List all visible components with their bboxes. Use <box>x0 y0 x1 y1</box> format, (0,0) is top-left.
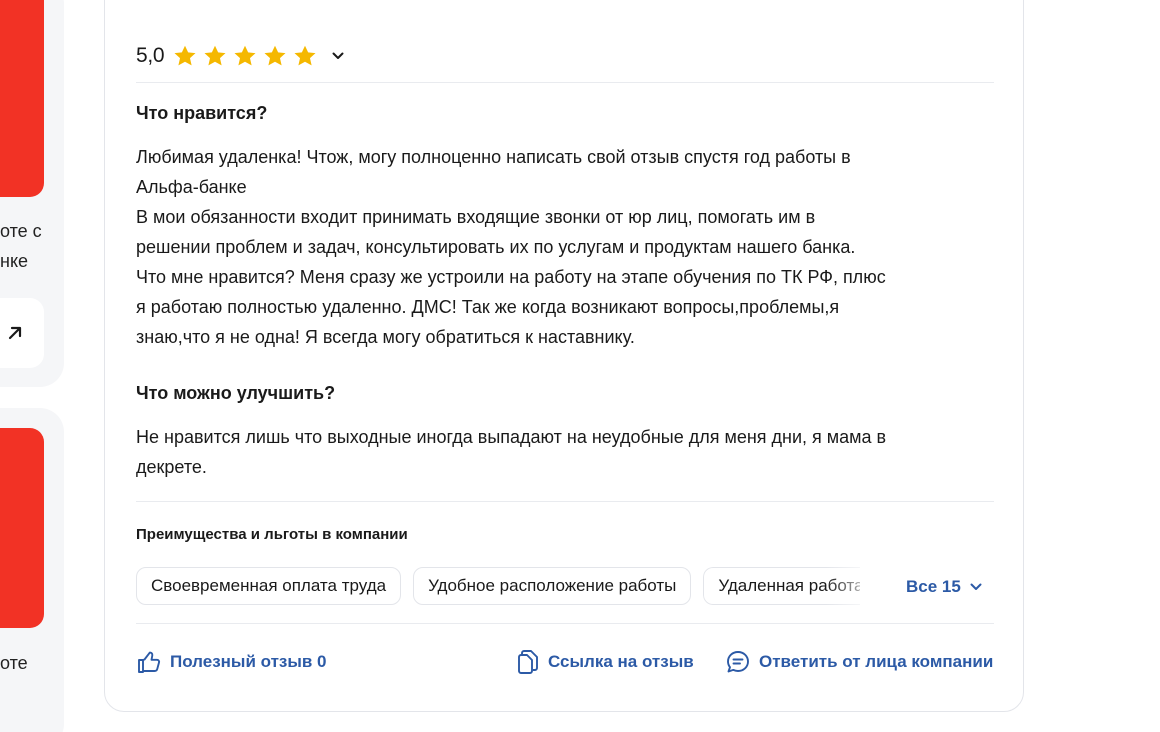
copy-link-icon <box>518 650 538 674</box>
review-card: 5,0 Что нравится? Любимая удаленка! Чтож… <box>104 0 1024 712</box>
star-icon <box>294 45 316 66</box>
chevron-down-icon <box>332 52 344 59</box>
benefit-chip: Своевременная оплата труда <box>136 567 402 605</box>
star-icon <box>234 45 256 66</box>
pros-text: Любимая удаленка! Чтож, могу полноценно … <box>136 147 886 347</box>
reply-as-company-label: Ответить от лица компании <box>759 652 994 671</box>
helpful-review-button[interactable]: Полезный отзыв 0 <box>136 649 327 675</box>
left-card-banner <box>0 428 44 628</box>
left-card-text-line: оте с <box>0 221 42 241</box>
benefit-chip: Удобное расположение работы <box>413 567 692 605</box>
left-card-text-line: оте <box>0 653 28 673</box>
left-card-text-line: нке <box>0 251 29 271</box>
left-card-banner <box>0 0 44 197</box>
star-icon <box>264 45 286 66</box>
thumbs-up-icon <box>138 651 161 673</box>
helpful-review-label: Полезный отзыв 0 <box>170 652 327 671</box>
left-card-1: оте с нке <box>0 0 64 387</box>
copy-review-link-button[interactable]: Ссылка на отзыв <box>516 649 694 675</box>
copy-review-link-label: Ссылка на отзыв <box>548 652 694 671</box>
benefits-title: Преимущества и льготы в компании <box>136 526 408 543</box>
chat-bubble-icon <box>727 651 749 673</box>
divider <box>136 82 994 83</box>
review-actions: Полезный отзыв 0 Ссылка на отзыв Ответит… <box>136 649 996 677</box>
arrow-up-right-icon <box>8 326 22 340</box>
pros-title: Что нравится? <box>136 103 268 123</box>
show-all-benefits-button[interactable]: Все 15 <box>906 577 983 597</box>
star-icon <box>204 45 226 66</box>
left-card-open-button[interactable] <box>0 298 44 368</box>
star-icon <box>174 45 196 66</box>
rating-stars <box>172 43 318 69</box>
left-card-2: оте <box>0 408 64 732</box>
chevron-down-icon <box>970 583 982 590</box>
cons-title: Что можно улучшить? <box>136 383 336 403</box>
benefits-chip-list: Своевременная оплата труда Удобное распо… <box>136 567 860 607</box>
rating-value: 5,0 <box>136 44 165 67</box>
reply-as-company-button[interactable]: Ответить от лица компании <box>725 649 993 675</box>
show-all-benefits-label: Все 15 <box>906 577 961 596</box>
cons-text: Не нравится лишь что выходные иногда вып… <box>136 427 887 477</box>
rating-row: 5,0 <box>136 41 348 71</box>
divider <box>136 623 994 624</box>
divider <box>136 501 994 502</box>
rating-details-toggle[interactable] <box>328 46 348 66</box>
benefit-chip: Удаленная работа <box>703 567 860 605</box>
